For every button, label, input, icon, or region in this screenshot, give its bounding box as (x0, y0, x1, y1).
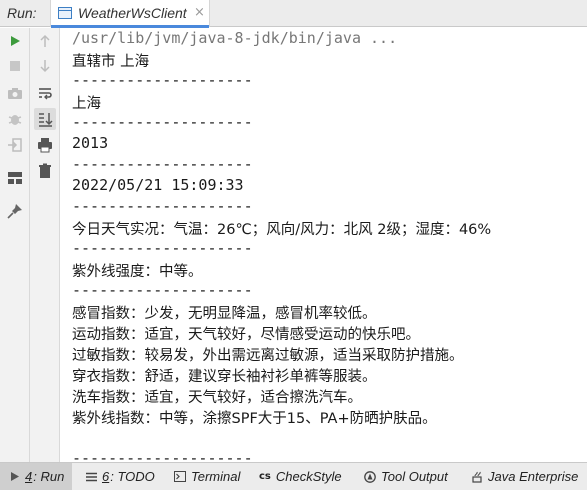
left-toolbar-primary (0, 28, 30, 462)
console-line: 2013 (72, 134, 109, 152)
todo-icon (86, 472, 97, 482)
application-window-icon (58, 7, 72, 19)
tool-output-icon (364, 470, 376, 483)
console-command-line: /usr/lib/jvm/java-8-jdk/bin/java ... (72, 29, 398, 47)
console-line: 上海 (72, 96, 101, 112)
console-separator: -------------------- (72, 197, 253, 215)
console-separator: -------------------- (72, 449, 253, 462)
console-output[interactable]: /usr/lib/jvm/java-8-jdk/bin/java ... 直辖市… (61, 28, 587, 462)
tab-terminal-label: Terminal (191, 469, 241, 484)
stop-button[interactable] (4, 55, 26, 77)
soft-wrap-button[interactable] (34, 82, 56, 104)
soft-wrap-icon (39, 88, 52, 100)
tab-checkstyle[interactable]: cs CheckStyle (259, 463, 342, 490)
tab-run-label: : Run (33, 469, 65, 484)
tab-java-enterprise-label: Java Enterprise (488, 469, 579, 484)
layout-button[interactable] (4, 167, 26, 189)
tab-todo-label: : TODO (110, 469, 155, 484)
scroll-to-end-button[interactable] (34, 108, 56, 130)
trash-icon (39, 163, 51, 178)
debug-button[interactable] (4, 108, 26, 130)
tab-tool-output[interactable]: Tool Output (364, 463, 448, 490)
console-line: 运动指数：适宜，天气较好，尽情感受运动的快乐吧。 (72, 327, 420, 343)
console-separator: -------------------- (72, 239, 253, 257)
console-separator: -------------------- (72, 113, 253, 131)
console-separator: -------------------- (72, 281, 253, 299)
next-occurrence-button[interactable] (34, 55, 56, 77)
close-icon[interactable]: × (194, 5, 205, 20)
scroll-to-end-icon (39, 113, 53, 127)
tab-java-enterprise[interactable]: Java Enterprise (472, 463, 578, 490)
console-line: 感冒指数：少发，无明显降温，感冒机率较低。 (72, 306, 377, 322)
tab-checkstyle-label: CheckStyle (275, 469, 342, 484)
java-enterprise-icon (472, 471, 483, 483)
previous-occurrence-button[interactable] (34, 30, 56, 52)
debug-bug-icon (8, 115, 22, 125)
down-arrow-icon (40, 60, 50, 73)
console-line: 紫外线指数：中等，涂擦SPF大于15、PA+防晒护肤品。 (72, 411, 437, 427)
tab-todo-number: 6 (102, 469, 110, 484)
tab-run[interactable]: 4: Run (0, 463, 73, 490)
run-icon (11, 36, 20, 46)
console-separator: -------------------- (72, 155, 253, 173)
print-button[interactable] (34, 134, 56, 156)
tab-title: WeatherWsClient (78, 5, 187, 21)
console-line: 紫外线强度：中等。 (72, 264, 203, 280)
stop-icon (10, 61, 20, 71)
console-line: 直辖市 上海 (72, 54, 150, 70)
left-toolbar-secondary (30, 28, 60, 462)
rerun-button[interactable] (4, 30, 26, 52)
console-line: 洗车指数：适宜，天气较好，适合擦洗汽车。 (72, 390, 362, 406)
console-line: 穿衣指数：舒适，建议穿长袖衬衫单裤等服装。 (72, 369, 377, 385)
up-arrow-icon (40, 34, 50, 47)
tab-weather-ws-client[interactable]: WeatherWsClient × (50, 0, 210, 28)
checkstyle-icon: cs (259, 471, 271, 482)
exit-button[interactable] (4, 134, 26, 156)
run-label: Run: (7, 5, 37, 21)
console-line: 2022/05/21 15:09:33 (72, 176, 244, 194)
pin-icon (7, 204, 22, 219)
terminal-icon (174, 471, 186, 482)
run-icon (10, 471, 20, 482)
pin-tab-button[interactable] (4, 200, 26, 222)
print-icon (38, 138, 52, 153)
clear-all-button[interactable] (34, 160, 56, 182)
console-line: 今日天气实况：气温：26℃；风向/风力：北风 2级；湿度：46% (72, 222, 492, 238)
tab-run-number: 4 (25, 469, 33, 484)
dump-threads-button[interactable] (4, 82, 26, 104)
console-line: 过敏指数：较易发，外出需远离过敏源，适当采取防护措施。 (72, 348, 464, 364)
camera-icon (8, 88, 22, 99)
bottom-tool-window-bar: 4: Run 6: TODO Terminal cs CheckStyle To… (0, 462, 587, 490)
layout-icon (8, 172, 22, 184)
console-separator: -------------------- (72, 71, 253, 89)
run-tool-window-header: Run: WeatherWsClient × (0, 0, 587, 28)
tab-todo[interactable]: 6: TODO (86, 463, 155, 490)
tab-tool-output-label: Tool Output (381, 469, 448, 484)
exit-icon (8, 138, 22, 152)
tab-terminal[interactable]: Terminal (174, 463, 240, 490)
